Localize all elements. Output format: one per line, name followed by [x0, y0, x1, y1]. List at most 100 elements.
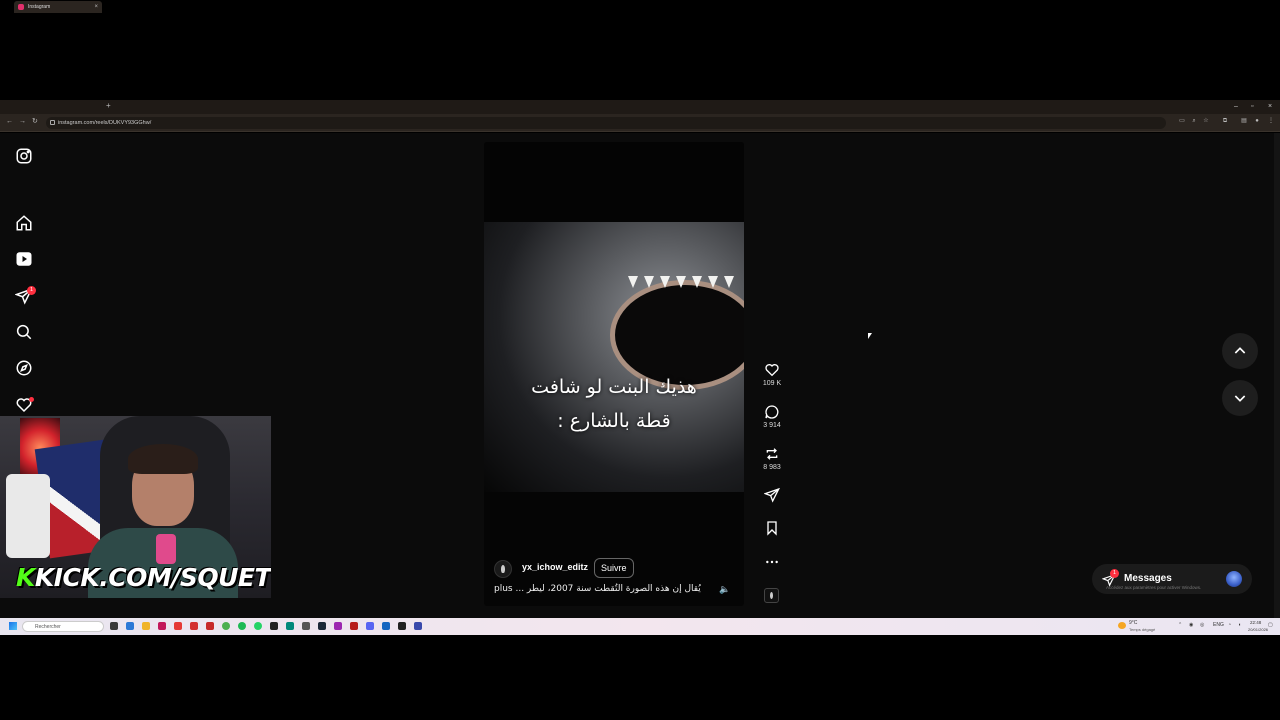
- back-arrow-icon[interactable]: ←: [6, 116, 13, 128]
- caption-line-1: هذيك البنت لو شافت: [531, 376, 697, 398]
- cast-icon[interactable]: ▭: [1178, 117, 1186, 126]
- comment-count: 3 914: [763, 422, 781, 429]
- steam-icon[interactable]: [318, 622, 326, 630]
- explore-compass-icon[interactable]: [15, 359, 33, 377]
- taskbar-app-icon[interactable]: [270, 622, 278, 630]
- like-action[interactable]: 109 K: [760, 362, 784, 387]
- taskbar-app-icon[interactable]: [398, 622, 406, 630]
- taskbar-app-icon[interactable]: [382, 622, 390, 630]
- author-avatar[interactable]: [494, 560, 512, 578]
- messages-panel-button[interactable]: 1 Messages Accédez aux paramètres pour a…: [1092, 564, 1252, 594]
- weather-desc: Temps dégagé: [1129, 627, 1156, 632]
- reel-description[interactable]: يُقال إن هذه الصورة التُقطت سنة 2007، لي…: [494, 584, 702, 594]
- shark-video-frame: [484, 222, 744, 492]
- tab-close-icon[interactable]: ×: [94, 1, 98, 13]
- tab-title: Instagram: [28, 4, 51, 10]
- zoom-icon[interactable]: ⌕: [1190, 117, 1198, 126]
- taskbar-app-icon[interactable]: [174, 622, 182, 630]
- more-options-icon[interactable]: [764, 554, 780, 570]
- weather-icon[interactable]: [1118, 622, 1126, 629]
- repost-icon[interactable]: [764, 446, 780, 462]
- search-icon[interactable]: [15, 323, 33, 341]
- bookmark-star-icon[interactable]: ☆: [1202, 117, 1210, 126]
- windows-start-icon[interactable]: [9, 622, 17, 630]
- forward-arrow-icon[interactable]: →: [19, 116, 26, 128]
- clock-date[interactable]: 20/01/2026: [1248, 627, 1268, 632]
- close-window-button[interactable]: ×: [1268, 101, 1272, 113]
- network-icon[interactable]: ◔: [1228, 623, 1231, 628]
- settings-gear-icon[interactable]: [302, 622, 310, 630]
- audio-toggle-icon[interactable]: 🔈: [718, 582, 732, 596]
- reels-icon[interactable]: [15, 250, 33, 268]
- kick-url: KICK.COM/SQUETCHY: [34, 563, 271, 592]
- windows-activation-watermark: Accédez aux paramètres pour activer Wind…: [1106, 585, 1202, 590]
- taskbar-app-icon[interactable]: [206, 622, 214, 630]
- language-indicator[interactable]: ENG: [1213, 623, 1224, 628]
- save-bookmark-icon[interactable]: [764, 520, 780, 536]
- share-send-icon[interactable]: [764, 487, 780, 503]
- follow-button[interactable]: Suivre: [594, 558, 634, 578]
- original-audio-thumbnail[interactable]: [764, 588, 779, 603]
- minimize-button[interactable]: –: [1234, 101, 1238, 113]
- whatsapp-icon[interactable]: [254, 622, 262, 630]
- caption-line-2: قطة بالشارع :: [557, 410, 671, 432]
- browser-tab-bar: [0, 100, 1280, 114]
- instagram-favicon-icon: [18, 4, 24, 10]
- messages-unread-badge: 1: [1110, 569, 1119, 578]
- chevron-up-icon: [1234, 347, 1246, 354]
- chrome-icon[interactable]: [222, 622, 230, 630]
- mouse-cursor: [868, 333, 872, 339]
- comment-action[interactable]: 3 914: [760, 404, 784, 429]
- taskbar-app-icon[interactable]: [414, 622, 422, 630]
- save-action[interactable]: [760, 520, 784, 536]
- new-tab-button[interactable]: +: [106, 101, 111, 111]
- taskbar-app-icon[interactable]: [126, 622, 134, 630]
- page-scrollbar[interactable]: [1274, 133, 1280, 618]
- repost-action[interactable]: 8 983: [760, 446, 784, 471]
- taskbar-app-icon[interactable]: [334, 622, 342, 630]
- task-view-icon[interactable]: [110, 622, 118, 630]
- video-letterbox: [484, 142, 744, 222]
- webcam-microphone: [156, 534, 176, 564]
- file-explorer-icon[interactable]: [142, 622, 150, 630]
- browser-menu-icon[interactable]: ⋮: [1267, 117, 1275, 126]
- browser-tab-instagram[interactable]: Instagram ×: [14, 1, 102, 13]
- messages-avatar: [1226, 571, 1242, 587]
- taskbar-app-icon[interactable]: [350, 622, 358, 630]
- profile-icon[interactable]: ●: [1253, 117, 1261, 126]
- opera-icon[interactable]: [190, 622, 198, 630]
- share-action[interactable]: [760, 487, 784, 503]
- sidebar-toggle-icon[interactable]: ▤: [1240, 117, 1248, 126]
- volume-icon[interactable]: ◖: [1238, 623, 1241, 628]
- weather-temp[interactable]: 9°C: [1129, 621, 1137, 626]
- previous-reel-button[interactable]: [1222, 333, 1258, 369]
- webcam-streamer-hair: [128, 444, 198, 474]
- tray-app-icon[interactable]: ◉: [1189, 623, 1193, 628]
- site-info-icon[interactable]: [50, 120, 55, 125]
- next-reel-button[interactable]: [1222, 380, 1258, 416]
- taskbar-app-icon[interactable]: [158, 622, 166, 630]
- clock-time[interactable]: 22:48: [1250, 620, 1261, 625]
- instagram-logo-icon[interactable]: [15, 147, 33, 165]
- url-field[interactable]: instagram.com/reels/DUKVY93GGhw/: [46, 117, 1166, 129]
- like-heart-icon[interactable]: [764, 362, 780, 378]
- reel-video[interactable]: هذيك البنت لو شافت قطة بالشارع : yx_icho…: [484, 142, 744, 606]
- reload-icon[interactable]: ↻: [32, 116, 38, 128]
- home-icon[interactable]: [15, 214, 33, 232]
- author-username[interactable]: yx_ichow_editz: [522, 562, 588, 572]
- spotify-icon[interactable]: [238, 622, 246, 630]
- taskbar-search-field[interactable]: Rechercher: [22, 621, 104, 632]
- extensions-icon[interactable]: ⧉: [1221, 117, 1229, 126]
- tray-chevron-up-icon[interactable]: ⌃: [1178, 623, 1182, 628]
- taskbar-app-icon[interactable]: [286, 622, 294, 630]
- kick-logo-icon: K: [16, 563, 35, 592]
- webcam-mask-decor: [6, 474, 50, 558]
- tray-app-icon[interactable]: ◎: [1200, 623, 1204, 628]
- more-options-action[interactable]: [760, 554, 784, 570]
- like-count: 109 K: [762, 380, 782, 387]
- notifications-icon[interactable]: ▢: [1268, 623, 1273, 628]
- maximize-button[interactable]: ▫: [1251, 101, 1253, 113]
- shark-teeth: [624, 276, 744, 294]
- discord-icon[interactable]: [366, 622, 374, 630]
- comment-bubble-icon[interactable]: [764, 404, 780, 420]
